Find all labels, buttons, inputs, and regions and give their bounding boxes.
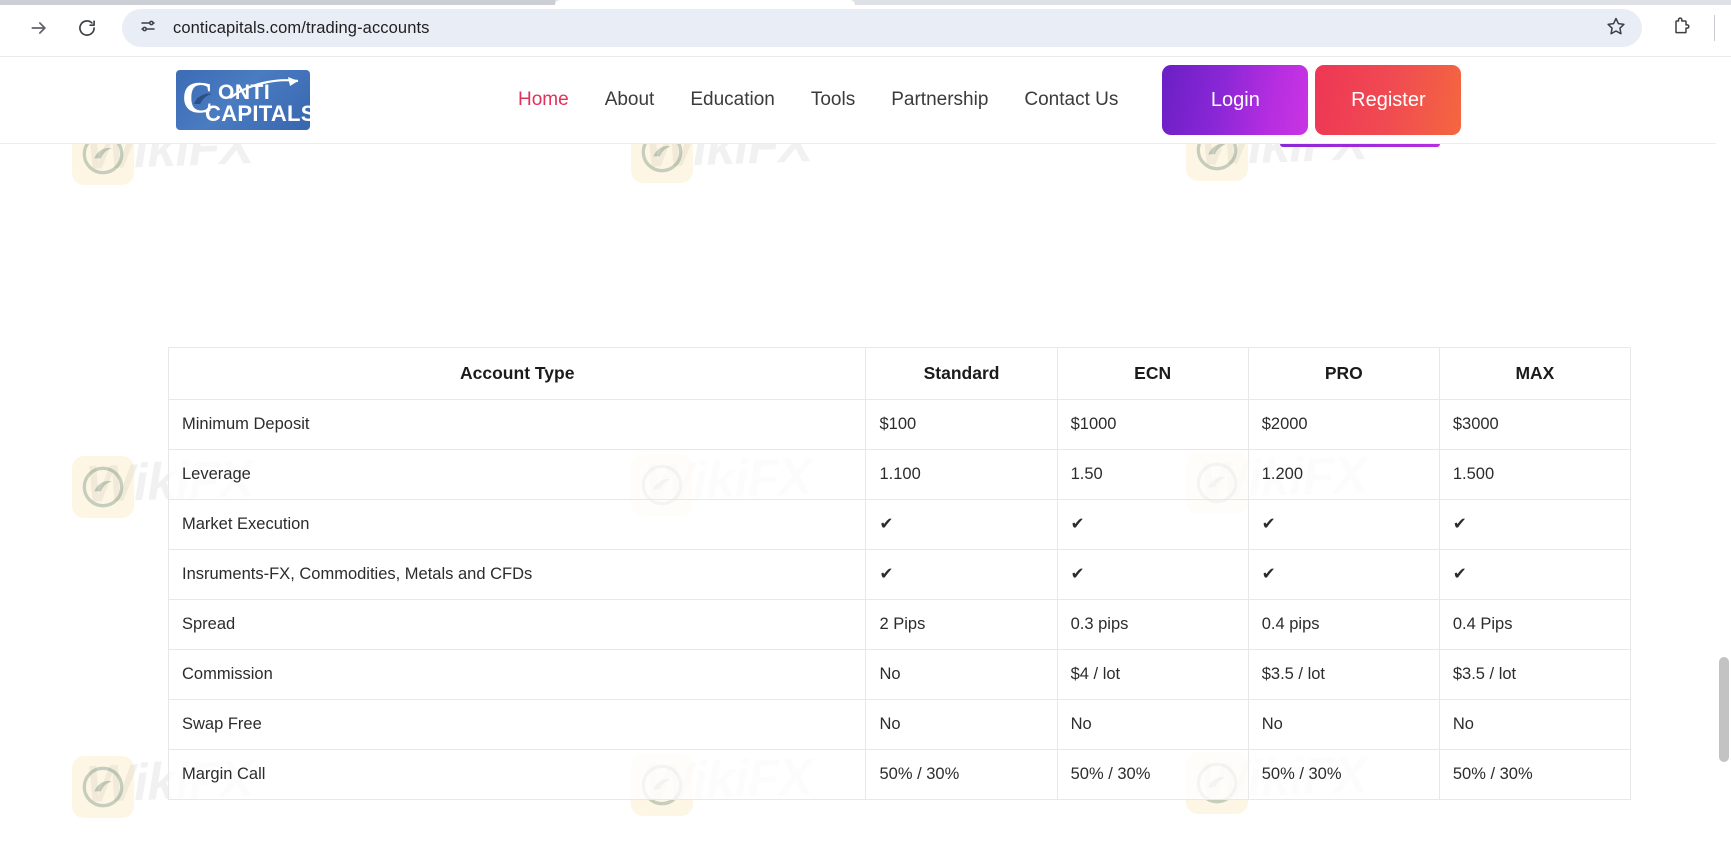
- row-label: Minimum Deposit: [169, 400, 866, 450]
- cell-max: No: [1439, 700, 1630, 750]
- cell-pro: $2000: [1248, 400, 1439, 450]
- watermark-logo: [72, 456, 134, 518]
- site-settings-button[interactable]: [134, 14, 162, 42]
- table-row: Market Execution ✔ ✔ ✔ ✔: [169, 500, 1631, 550]
- tab-strip: [0, 0, 1731, 5]
- cell-pro: 1.200: [1248, 450, 1439, 500]
- extensions-puzzle-icon: [1671, 16, 1691, 41]
- cell-max: $3.5 / lot: [1439, 650, 1630, 700]
- checkmark-icon: ✔: [1248, 500, 1439, 550]
- column-header-ecn: ECN: [1057, 348, 1248, 400]
- arrow-icon: [228, 76, 304, 102]
- trading-accounts-table: Account Type Standard ECN PRO MAX Minimu…: [168, 347, 1631, 800]
- url-text[interactable]: conticapitals.com/trading-accounts: [173, 19, 1600, 38]
- cell-standard: No: [866, 700, 1057, 750]
- site-settings-icon: [139, 17, 157, 40]
- column-header-pro: PRO: [1248, 348, 1439, 400]
- bookmark-button[interactable]: [1600, 12, 1632, 44]
- nav-item-partnership[interactable]: Partnership: [891, 89, 988, 111]
- login-button[interactable]: Login: [1162, 65, 1308, 135]
- forward-arrow-icon: [29, 18, 49, 38]
- cell-ecn: 50% / 30%: [1057, 750, 1248, 800]
- row-label: Margin Call: [169, 750, 866, 800]
- row-label: Market Execution: [169, 500, 866, 550]
- cell-standard: 1.100: [866, 450, 1057, 500]
- column-header-standard: Standard: [866, 348, 1057, 400]
- row-label: Leverage: [169, 450, 866, 500]
- register-button[interactable]: Register: [1315, 65, 1461, 135]
- column-header-account-type: Account Type: [169, 348, 866, 400]
- cell-pro: 0.4 pips: [1248, 600, 1439, 650]
- cell-ecn: 1.50: [1057, 450, 1248, 500]
- toolbar-divider: [1714, 15, 1715, 41]
- reload-button[interactable]: [68, 9, 106, 47]
- page-content: WikiFX WikiFX WikiFX WikiFX WikiFX WikiF…: [0, 57, 1731, 847]
- reload-icon: [77, 18, 97, 38]
- checkmark-icon: ✔: [1057, 500, 1248, 550]
- cell-max: 1.500: [1439, 450, 1630, 500]
- cell-max: 0.4 Pips: [1439, 600, 1630, 650]
- checkmark-icon: ✔: [1439, 550, 1630, 600]
- table-row: Margin Call 50% / 30% 50% / 30% 50% / 30…: [169, 750, 1631, 800]
- cell-ecn: 0.3 pips: [1057, 600, 1248, 650]
- cell-pro: $3.5 / lot: [1248, 650, 1439, 700]
- page-scrollbar[interactable]: [1716, 57, 1731, 847]
- table-body: Minimum Deposit $100 $1000 $2000 $3000 L…: [169, 400, 1631, 800]
- row-label: Commission: [169, 650, 866, 700]
- star-icon: [1606, 16, 1626, 41]
- auth-buttons: Login Register: [1162, 65, 1461, 135]
- cell-standard: 50% / 30%: [866, 750, 1057, 800]
- nav-item-education[interactable]: Education: [690, 89, 775, 111]
- logo-word-bottom: CAPITALS: [205, 103, 310, 125]
- address-bar[interactable]: conticapitals.com/trading-accounts: [122, 9, 1642, 47]
- cell-pro: 50% / 30%: [1248, 750, 1439, 800]
- cell-ecn: $1000: [1057, 400, 1248, 450]
- row-label: Spread: [169, 600, 866, 650]
- cell-pro: No: [1248, 700, 1439, 750]
- row-label: Insruments-FX, Commodities, Metals and C…: [169, 550, 866, 600]
- checkmark-icon: ✔: [866, 550, 1057, 600]
- checkmark-icon: ✔: [866, 500, 1057, 550]
- nav-item-about[interactable]: About: [605, 89, 655, 111]
- table-row: Insruments-FX, Commodities, Metals and C…: [169, 550, 1631, 600]
- cell-ecn: $4 / lot: [1057, 650, 1248, 700]
- browser-toolbar: conticapitals.com/trading-accounts: [0, 0, 1731, 57]
- table-header-row: Account Type Standard ECN PRO MAX: [169, 348, 1631, 400]
- site-header: C ONTI CAPITALS Home About Education Too…: [0, 57, 1731, 144]
- forward-button[interactable]: [20, 9, 58, 47]
- table-row: Commission No $4 / lot $3.5 / lot $3.5 /…: [169, 650, 1631, 700]
- cell-standard: $100: [866, 400, 1057, 450]
- header-accent-underline: [1280, 144, 1440, 147]
- checkmark-icon: ✔: [1057, 550, 1248, 600]
- extensions-button[interactable]: [1662, 9, 1700, 47]
- checkmark-icon: ✔: [1439, 500, 1630, 550]
- table-head: Account Type Standard ECN PRO MAX: [169, 348, 1631, 400]
- nav-item-home[interactable]: Home: [518, 89, 569, 111]
- watermark-logo: [72, 756, 134, 818]
- cell-standard: No: [866, 650, 1057, 700]
- column-header-max: MAX: [1439, 348, 1630, 400]
- cell-max: $3000: [1439, 400, 1630, 450]
- row-label: Swap Free: [169, 700, 866, 750]
- checkmark-icon: ✔: [1248, 550, 1439, 600]
- active-tab[interactable]: [555, 0, 855, 5]
- nav-item-tools[interactable]: Tools: [811, 89, 855, 111]
- table-row: Leverage 1.100 1.50 1.200 1.500: [169, 450, 1631, 500]
- table-row: Swap Free No No No No: [169, 700, 1631, 750]
- cell-standard: 2 Pips: [866, 600, 1057, 650]
- cell-ecn: No: [1057, 700, 1248, 750]
- site-logo[interactable]: C ONTI CAPITALS: [176, 70, 310, 130]
- table-row: Spread 2 Pips 0.3 pips 0.4 pips 0.4 Pips: [169, 600, 1631, 650]
- cell-max: 50% / 30%: [1439, 750, 1630, 800]
- trading-accounts-table-container: Account Type Standard ECN PRO MAX Minimu…: [168, 347, 1631, 800]
- nav-item-contact-us[interactable]: Contact Us: [1024, 89, 1118, 111]
- tab-strip-background: [0, 0, 555, 5]
- scrollbar-thumb[interactable]: [1719, 657, 1729, 762]
- table-row: Minimum Deposit $100 $1000 $2000 $3000: [169, 400, 1631, 450]
- main-navigation: Home About Education Tools Partnership C…: [518, 89, 1118, 111]
